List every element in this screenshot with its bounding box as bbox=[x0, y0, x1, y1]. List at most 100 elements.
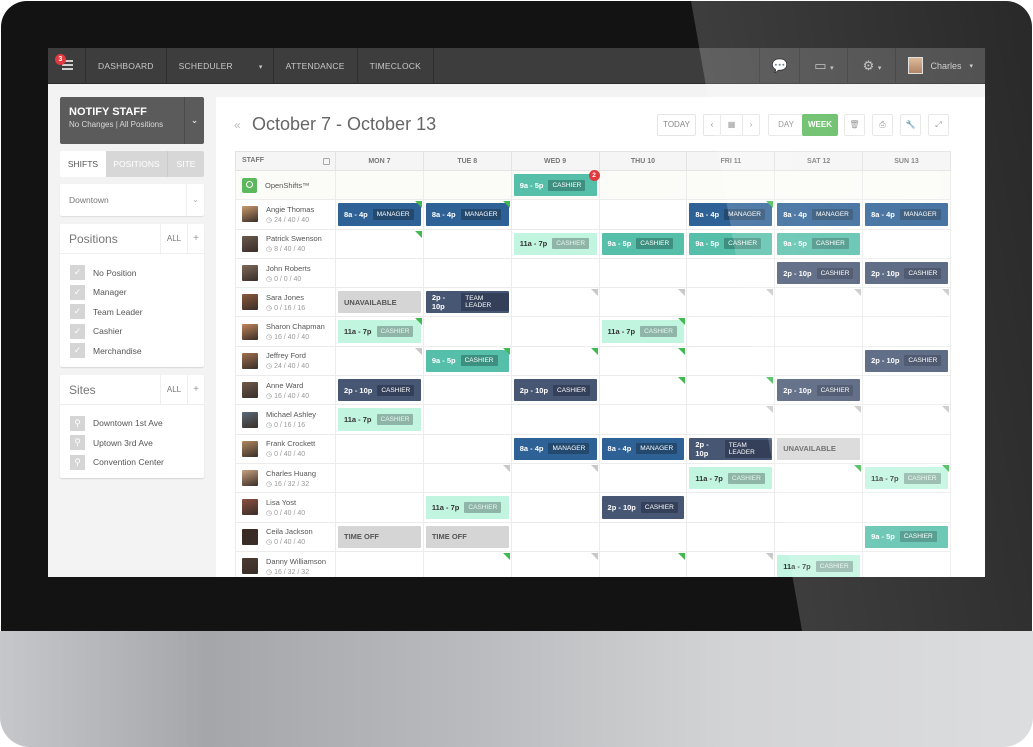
shift-cell[interactable] bbox=[686, 404, 776, 435]
shift-cell[interactable] bbox=[422, 316, 512, 347]
collapse-sidebar-icon[interactable]: « bbox=[234, 118, 241, 132]
shift-cell[interactable]: 11a - 7p CASHIER bbox=[862, 462, 951, 494]
shift-block[interactable]: 2p - 10p CASHIER bbox=[601, 496, 685, 519]
expand-icon[interactable]: ⤢ bbox=[928, 114, 949, 136]
shift-cell[interactable]: 11a - 7p CASHIER bbox=[598, 316, 688, 347]
add-site-button[interactable]: + bbox=[187, 374, 204, 404]
site-item[interactable]: ⚲ Downtown 1st Ave bbox=[70, 414, 194, 434]
staff-member[interactable]: John Roberts ◷ 0 / 0 / 40 bbox=[236, 264, 335, 283]
shift-cell[interactable]: 9a - 5p CASHIER bbox=[862, 521, 951, 552]
shift-block[interactable]: UNAVAILABLE bbox=[777, 437, 861, 460]
position-checkbox[interactable]: ✓ Manager bbox=[70, 283, 194, 303]
shift-block[interactable]: 11a - 7p CASHIER bbox=[513, 232, 597, 255]
nav-scheduler[interactable]: SCHEDULER ▾ bbox=[167, 48, 274, 84]
shift-cell[interactable]: 2p - 10p CASHIER bbox=[335, 375, 424, 406]
shift-cell[interactable] bbox=[335, 462, 424, 494]
shift-cell[interactable]: 8a - 4p MANAGER bbox=[598, 433, 688, 464]
shift-cell[interactable] bbox=[686, 521, 776, 552]
position-checkbox[interactable]: ✓ Merchandise bbox=[70, 341, 194, 361]
shift-cell[interactable] bbox=[686, 257, 776, 289]
shift-cell[interactable] bbox=[510, 316, 600, 347]
shift-block[interactable]: 8a - 4p MANAGER bbox=[338, 203, 421, 226]
shift-block[interactable]: 2p - 10p CASHIER bbox=[338, 379, 421, 402]
shift-cell[interactable]: UNAVAILABLE bbox=[335, 287, 424, 318]
shift-cell[interactable]: 11a - 7p CASHIER bbox=[422, 492, 512, 523]
shift-block[interactable]: 9a - 5p CASHIER bbox=[689, 232, 773, 255]
staff-member[interactable]: Sara Jones ◷ 0 / 16 / 16 bbox=[236, 293, 335, 312]
shift-cell[interactable]: 11a - 7p CASHIER bbox=[335, 316, 424, 347]
shift-cell[interactable] bbox=[335, 228, 424, 259]
shift-cell[interactable] bbox=[598, 257, 688, 289]
shift-cell[interactable] bbox=[686, 345, 776, 377]
shift-cell[interactable]: TIME OFF bbox=[335, 521, 424, 552]
nav-timeclock[interactable]: TIMECLOCK bbox=[358, 48, 434, 84]
shift-cell[interactable] bbox=[598, 345, 688, 377]
shift-cell[interactable]: 9a - 5p CASHIER 2 bbox=[510, 169, 600, 201]
shift-cell[interactable] bbox=[422, 257, 512, 289]
shift-cell[interactable]: 8a - 4p MANAGER bbox=[335, 199, 424, 230]
shift-block[interactable]: 2p - 10p CASHIER bbox=[865, 261, 948, 285]
site-item[interactable]: ⚲ Uptown 3rd Ave bbox=[70, 433, 194, 453]
shift-cell[interactable] bbox=[598, 169, 688, 201]
shift-cell[interactable] bbox=[598, 521, 688, 552]
positions-all-button[interactable]: ALL bbox=[160, 224, 187, 253]
shift-cell[interactable] bbox=[335, 433, 424, 464]
shift-cell[interactable] bbox=[422, 433, 512, 464]
add-position-button[interactable]: + bbox=[187, 224, 204, 253]
shift-cell[interactable] bbox=[510, 492, 600, 523]
shift-cell[interactable]: 2p - 10p TEAM LEADER bbox=[686, 433, 776, 464]
staff-member[interactable]: Jeffrey Ford ◷ 24 / 40 / 40 bbox=[236, 351, 335, 370]
shift-cell[interactable]: 9a - 5p CASHIER bbox=[422, 345, 512, 377]
shift-cell[interactable] bbox=[774, 316, 864, 347]
shift-cell[interactable]: 8a - 4p MANAGER bbox=[422, 199, 512, 230]
shift-block[interactable]: 11a - 7p CASHIER bbox=[777, 554, 861, 577]
shift-cell[interactable] bbox=[862, 492, 951, 523]
shift-cell[interactable] bbox=[510, 287, 600, 318]
shift-cell[interactable] bbox=[598, 550, 688, 577]
shift-cell[interactable] bbox=[422, 550, 512, 577]
shift-block[interactable]: TIME OFF bbox=[425, 525, 509, 548]
shift-block[interactable]: 2p - 10p CASHIER bbox=[865, 349, 948, 373]
shift-cell[interactable]: UNAVAILABLE bbox=[774, 433, 864, 464]
shift-cell[interactable] bbox=[598, 199, 688, 230]
shift-cell[interactable]: 8a - 4p MANAGER bbox=[686, 199, 776, 230]
shift-cell[interactable] bbox=[510, 199, 600, 230]
shift-block[interactable]: 8a - 4p MANAGER bbox=[513, 437, 597, 460]
shift-cell[interactable]: 2p - 10p CASHIER bbox=[774, 257, 864, 289]
staff-member[interactable]: Danny Williamson ◷ 16 / 32 / 32 bbox=[236, 557, 335, 576]
select-all-checkbox[interactable] bbox=[323, 158, 330, 165]
staff-member[interactable]: Lisa Yost ◷ 0 / 40 / 40 bbox=[236, 498, 335, 517]
shift-cell[interactable] bbox=[686, 492, 776, 523]
shift-cell[interactable]: 8a - 4p MANAGER bbox=[510, 433, 600, 464]
calendar-icon[interactable]: ▦ bbox=[720, 114, 743, 136]
shift-block[interactable]: 9a - 5p CASHIER 2 bbox=[513, 170, 600, 197]
shift-block[interactable]: 8a - 4p MANAGER bbox=[425, 203, 509, 226]
shift-cell[interactable] bbox=[862, 228, 951, 259]
site-item[interactable]: ⚲ Convention Center bbox=[70, 453, 194, 473]
shift-cell[interactable] bbox=[774, 169, 864, 201]
shift-block[interactable]: UNAVAILABLE bbox=[338, 291, 421, 314]
trash-icon[interactable]: 🗑 bbox=[844, 114, 865, 136]
shift-block[interactable]: 11a - 7p CASHIER bbox=[689, 466, 773, 490]
shift-block[interactable]: 2p - 10p CASHIER bbox=[777, 379, 861, 402]
shift-cell[interactable]: 2p - 10p CASHIER bbox=[862, 345, 951, 377]
position-checkbox[interactable]: ✓ Team Leader bbox=[70, 302, 194, 322]
today-button[interactable]: TODAY bbox=[657, 114, 696, 136]
shift-block[interactable]: 2p - 10p TEAM LEADER bbox=[425, 291, 509, 314]
position-checkbox[interactable]: ✓ No Position bbox=[70, 263, 194, 283]
shift-cell[interactable] bbox=[862, 287, 951, 318]
shift-cell[interactable] bbox=[510, 257, 600, 289]
shift-cell[interactable]: 9a - 5p CASHIER bbox=[686, 228, 776, 259]
tab-site[interactable]: SITE bbox=[168, 151, 204, 177]
shift-block[interactable]: 11a - 7p CASHIER bbox=[338, 320, 421, 343]
notify-staff-button[interactable]: NOTIFY STAFF No Changes | All Positions … bbox=[60, 97, 204, 144]
shift-cell[interactable] bbox=[335, 492, 424, 523]
location-select[interactable]: Downtown ⌄ bbox=[60, 184, 204, 216]
week-view-button[interactable]: WEEK bbox=[802, 114, 838, 136]
shift-cell[interactable] bbox=[862, 404, 951, 435]
staff-member[interactable]: Patrick Swenson ◷ 8 / 40 / 40 bbox=[236, 234, 335, 253]
shift-block[interactable]: 2p - 10p TEAM LEADER bbox=[689, 437, 773, 460]
shift-cell[interactable]: 2p - 10p CASHIER bbox=[510, 375, 600, 406]
chevron-down-icon[interactable]: ⌄ bbox=[184, 97, 204, 144]
shift-cell[interactable]: 2p - 10p CASHIER bbox=[862, 257, 951, 289]
